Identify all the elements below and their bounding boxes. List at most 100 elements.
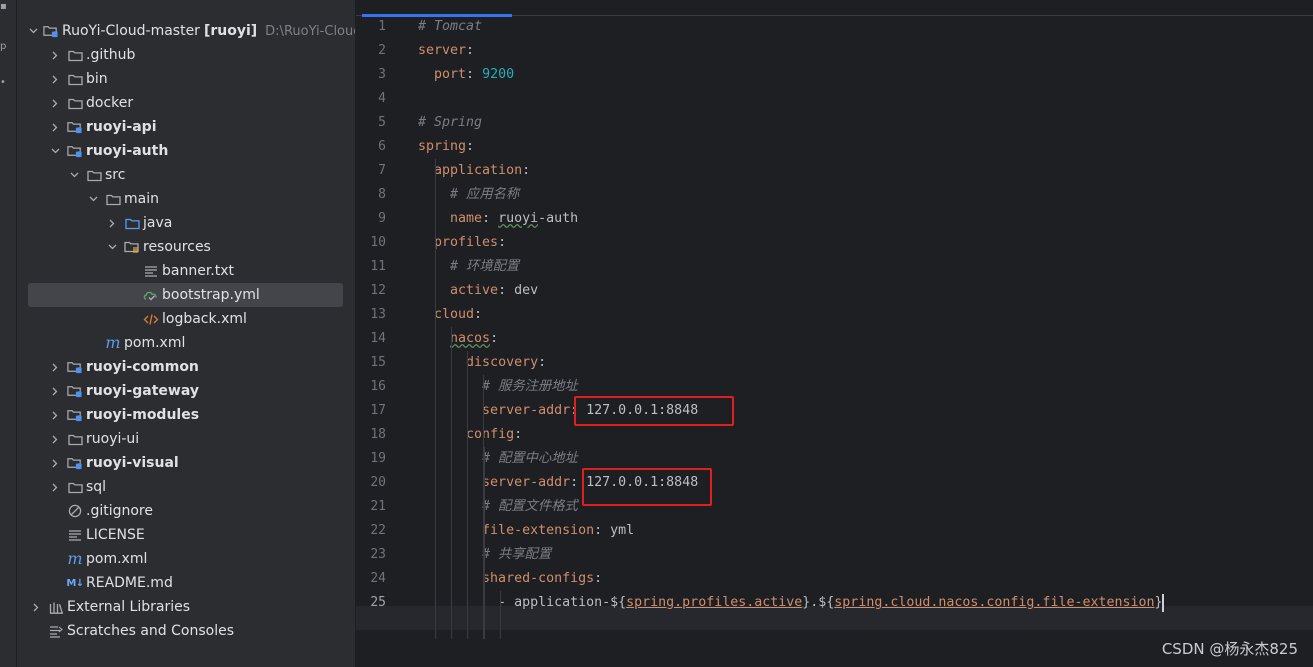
line-number: 11 (370, 259, 386, 274)
punctuation: : (498, 235, 507, 250)
tree-item[interactable]: resources (17, 235, 355, 259)
line-number: 16 (370, 379, 386, 394)
tree-item[interactable]: banner.txt (17, 259, 355, 283)
tree-item-label: pom.xml (124, 335, 186, 351)
line-number: 6 (378, 139, 386, 154)
tree-item[interactable]: LICENSE (17, 523, 355, 547)
module-folder-icon (67, 143, 83, 159)
tree-item[interactable]: logback.xml (17, 307, 355, 331)
commit-tool-icon[interactable]: p (0, 42, 8, 52)
tool-window-strip: ▪ p • (0, 0, 17, 667)
line-number: 24 (370, 571, 386, 586)
code-line: server: (418, 39, 474, 63)
chevron-down-icon[interactable] (67, 163, 81, 187)
ignore-file-icon (67, 503, 83, 519)
tree-item-label: ruoyi-modules (86, 407, 200, 423)
project-tool-icon[interactable]: ▪ (0, 2, 8, 12)
tree-item[interactable]: .gitignore (17, 499, 355, 523)
code-line: # 环境配置 (418, 255, 519, 279)
tree-item[interactable]: ruoyi-api (17, 115, 355, 139)
punctuation (418, 307, 434, 322)
tree-item[interactable]: java (17, 211, 355, 235)
tree-item[interactable]: ruoyi-auth (17, 139, 355, 163)
chevron-right-icon[interactable] (48, 115, 62, 139)
code-line: # 应用名称 (418, 183, 519, 207)
tree-item[interactable]: docker (17, 91, 355, 115)
tree-item[interactable]: ruoyi-visual (17, 451, 355, 475)
code-line: # Spring (418, 111, 482, 135)
indent-guide (500, 591, 501, 639)
yaml-key: application (434, 163, 523, 178)
chevron-right-icon[interactable] (48, 91, 62, 115)
chevron-right-icon[interactable] (48, 379, 62, 403)
yaml-comment: # 共享配置 (482, 547, 552, 562)
chevron-down-icon[interactable] (48, 139, 62, 163)
punctuation: : (490, 331, 499, 346)
chevron-right-icon[interactable] (48, 355, 62, 379)
chevron-right-icon[interactable] (48, 403, 62, 427)
line-number: 5 (378, 115, 386, 130)
tree-item[interactable]: M↓ README.md (17, 571, 355, 595)
punctuation: : (594, 571, 603, 586)
line-number: 9 (378, 211, 386, 226)
tree-item-selected[interactable]: bootstrap.yml (28, 283, 343, 307)
indent-guide (467, 351, 468, 639)
yaml-key: shared-configs (482, 571, 595, 586)
chevron-right-icon[interactable] (105, 211, 119, 235)
code-line: config: (418, 423, 522, 447)
watermark: CSDN @杨永杰825 (1161, 640, 1298, 658)
tree-item[interactable]: m pom.xml (17, 547, 355, 571)
tree-item-label: External Libraries (67, 599, 190, 615)
folder-icon (67, 431, 83, 447)
indent-guide (451, 327, 452, 639)
tree-item[interactable]: sql (17, 475, 355, 499)
chevron-right-icon[interactable] (48, 427, 62, 451)
tree-item[interactable]: main (17, 187, 355, 211)
line-number: 10 (370, 235, 386, 250)
chevron-right-icon[interactable] (29, 595, 43, 619)
markdown-file-icon: M↓ (66, 577, 84, 589)
code-area[interactable]: # Tomcat server: port: 9200 # Spring spring… (356, 15, 1313, 667)
structure-tool-icon[interactable]: • (0, 78, 8, 88)
yaml-comment: # 配置中心地址 (482, 451, 578, 466)
tree-item[interactable]: bin (17, 67, 355, 91)
yaml-key: server (418, 43, 467, 58)
yaml-key: active (450, 283, 499, 298)
tree-item[interactable]: ruoyi-modules (17, 403, 355, 427)
yaml-value: yml (610, 523, 635, 538)
tree-item-label: main (124, 191, 159, 207)
tree-item[interactable]: Scratches and Consoles (17, 619, 355, 643)
punctuation (418, 67, 434, 82)
tree-item-label: ruoyi-common (86, 359, 199, 375)
tree-item-label: ruoyi-api (86, 119, 157, 135)
tree-item[interactable]: m pom.xml (17, 331, 355, 355)
yaml-comment: # Tomcat (418, 19, 483, 34)
tree-item[interactable]: RuoYi-Cloud-master[ruoyi] D:\RuoYi-Cloud-… (17, 19, 355, 43)
module-folder-icon (43, 23, 59, 39)
chevron-right-icon[interactable] (48, 475, 62, 499)
chevron-down-icon[interactable] (86, 187, 100, 211)
chevron-right-icon[interactable] (48, 43, 62, 67)
code-line: # 配置中心地址 (418, 447, 578, 471)
chevron-down-icon[interactable] (105, 235, 119, 259)
maven-file-icon: m (105, 333, 121, 352)
punctuation: : (466, 43, 475, 58)
tree-item[interactable]: External Libraries (17, 595, 355, 619)
tree-item[interactable]: ruoyi-ui (17, 427, 355, 451)
tree-item[interactable]: .github (17, 43, 355, 67)
yaml-comment: # 配置文件格式 (482, 499, 578, 514)
punctuation (418, 163, 434, 178)
chevron-down-icon[interactable] (29, 19, 38, 43)
punctuation: : (498, 283, 515, 298)
tree-item-label: ruoyi-visual (86, 455, 179, 471)
yaml-key: server-addr (482, 403, 571, 418)
tree-item[interactable]: ruoyi-gateway (17, 379, 355, 403)
tree-item[interactable]: ruoyi-common (17, 355, 355, 379)
tree-item-label: docker (86, 95, 134, 111)
chevron-right-icon[interactable] (48, 451, 62, 475)
tree-item-label: banner.txt (162, 263, 235, 279)
chevron-right-icon[interactable] (48, 67, 62, 91)
tree-item[interactable]: src (17, 163, 355, 187)
